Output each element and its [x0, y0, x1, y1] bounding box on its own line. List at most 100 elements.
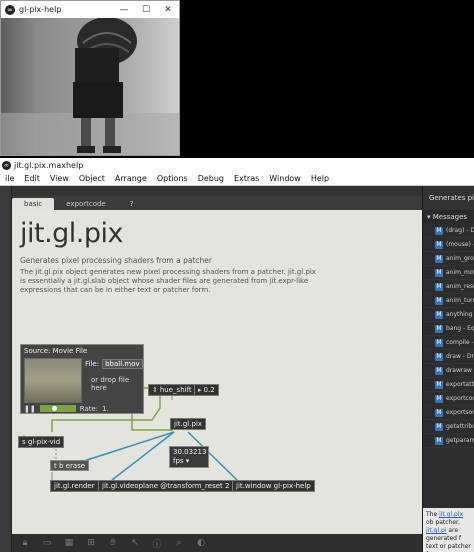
drop-file-label[interactable]: or drop file here [91, 376, 143, 392]
desc-link-2[interactable]: jit.gl.pi [426, 527, 446, 534]
menu-view[interactable]: View [45, 174, 74, 183]
message-label: (mouse) - C [446, 241, 474, 248]
jit-window-object[interactable]: jit.window gl-pix-help [232, 480, 315, 492]
fps-label: fps [173, 457, 184, 465]
sidebar-message-item[interactable]: Mgetattribute [423, 420, 474, 434]
file-label: File: [85, 360, 100, 368]
pointer-icon[interactable]: ↖ [130, 538, 140, 548]
sidebar-message-item[interactable]: Mbang - Equi [423, 322, 474, 336]
grid-icon[interactable]: ▦ [64, 538, 74, 548]
t-b-erase-object[interactable]: t b erase [50, 460, 90, 471]
file-dropdown[interactable]: bball.mov [102, 359, 143, 369]
maximize-button[interactable]: ☐ [135, 5, 157, 15]
sidebar-message-item[interactable]: M(drag) - Dra [423, 224, 474, 238]
hand-icon[interactable]: ✋︎ [108, 538, 118, 548]
source-label[interactable]: Source: Movie File [24, 347, 87, 355]
tab-basic[interactable]: basic [12, 198, 55, 210]
slider-knob[interactable] [51, 406, 57, 411]
message-icon: M [435, 296, 443, 305]
jit-gl-pix-object[interactable]: jit.gl.pix [170, 418, 207, 430]
menu-help[interactable]: Help [306, 174, 334, 183]
video-output [1, 17, 179, 155]
close-button[interactable]: ✕ [157, 5, 179, 15]
menu-arrange[interactable]: Arrange [110, 174, 152, 183]
patcher-toolbar [12, 186, 422, 196]
patcher-canvas[interactable]: jit.gl.pix Generates pixel processing sh… [12, 210, 422, 534]
sidebar-message-item[interactable]: M(mouse) - C [423, 238, 474, 252]
position-slider[interactable] [39, 405, 76, 412]
menu-object[interactable]: Object [74, 174, 110, 183]
sidebar-message-item[interactable]: Mcompile - C [423, 336, 474, 350]
max-logo-icon: ∞ [2, 160, 11, 170]
sidebar-message-item[interactable]: Manim_move [423, 266, 474, 280]
jit-gl-videoplane-object[interactable]: jit.gl.videoplane @transform_reset 2 [98, 480, 234, 492]
menu-extras[interactable]: Extras [229, 174, 264, 183]
tab-help[interactable]: ? [118, 198, 146, 210]
message-label: anim_grow [446, 255, 474, 262]
menu-window[interactable]: Window [264, 174, 306, 183]
messages-label: Messages [432, 213, 468, 221]
messages-section[interactable]: ▾ Messages [423, 210, 474, 224]
message-label: anim_turn [446, 297, 474, 304]
fps-display: 30.03213 fps ▾ [169, 446, 209, 468]
message-icon: M [435, 268, 443, 277]
inspector-icon[interactable]: ⓘ [152, 538, 162, 550]
sidebar-message-item[interactable]: Mgetparamde [423, 434, 474, 448]
reference-sidebar: Generates pixel ▾ Messages M(drag) - Dra… [422, 186, 474, 552]
menu-options[interactable]: Options [152, 174, 193, 183]
patcher-titlebar[interactable]: ∞ jit.gl.pix.maxhelp [0, 158, 474, 172]
menu-bar: ile Edit View Object Arrange Options Deb… [0, 172, 474, 186]
rate-label: Rate: [79, 404, 99, 413]
presentation-icon[interactable]: ▭ [42, 538, 52, 548]
message-icon: M [435, 366, 443, 375]
number-arrow-icon: ▸ [198, 386, 202, 394]
render-window-titlebar[interactable]: ∞ gl-pix-help — ☐ ✕ [1, 1, 179, 18]
message-label: draw - Draw [446, 353, 474, 360]
hue-shift-object[interactable]: ⇕ hue_shift [148, 384, 196, 396]
jit-gl-render-object[interactable]: jit.gl.render [50, 480, 99, 492]
menu-edit[interactable]: Edit [19, 174, 45, 183]
desc-text-b: ob patcher. [426, 519, 460, 526]
sidebar-message-item[interactable]: Manything [423, 308, 474, 322]
desc-text-a: The [426, 511, 440, 518]
sidebar-message-item[interactable]: Mdrawraw - [423, 364, 474, 378]
fps-value: 30.03213 [173, 448, 207, 456]
patcher-window: ∞ jit.gl.pix.maxhelp ile Edit View Objec… [0, 158, 474, 552]
message-icon: M [435, 240, 443, 249]
rate-value[interactable]: 1. [102, 405, 109, 413]
help-tabs: basic exportcode ? [12, 196, 422, 210]
fps-menu[interactable]: fps ▾ [173, 457, 205, 466]
message-icon: M [435, 408, 443, 417]
basketball-player-image [1, 17, 179, 155]
sidebar-message-item[interactable]: Manim_reset [423, 280, 474, 294]
send-vid-object[interactable]: s gl-pix-vid [18, 436, 65, 448]
sidebar-message-item[interactable]: Mexportcode [423, 392, 474, 406]
menu-debug[interactable]: Debug [193, 174, 229, 183]
sidebar-description: The jit.gl.pix ob patcher. jit.gl.pi are… [423, 508, 474, 552]
zoom-icon[interactable]: ⌕ [174, 538, 184, 548]
message-icon: M [435, 310, 443, 319]
sidebar-message-item[interactable]: Mdraw - Draw [423, 350, 474, 364]
movie-player[interactable]: Source: Movie File File: bball.mov or dr… [20, 344, 144, 414]
message-icon: M [435, 352, 443, 361]
sidebar-message-item[interactable]: Manim_turn [423, 294, 474, 308]
sidebar-message-item[interactable]: Mexportsome [423, 406, 474, 420]
menu-file[interactable]: ile [0, 174, 19, 183]
hue-shift-number[interactable]: ▸ 0.2 [194, 384, 219, 396]
patcher-title: jit.gl.pix.maxhelp [14, 160, 84, 170]
message-label: anything [446, 311, 473, 318]
message-label: exportattrib [446, 381, 474, 388]
dial-icon: ⇕ [152, 386, 158, 394]
minimize-button[interactable]: — [113, 5, 135, 15]
sidebar-message-item[interactable]: Manim_grow [423, 252, 474, 266]
sidebar-message-item[interactable]: Mexportattrib [423, 378, 474, 392]
new-object-icon[interactable]: ⊞ [86, 538, 96, 548]
palette-icon[interactable]: ◐ [196, 538, 206, 548]
desc-link-1[interactable]: jit.gl.pix [439, 511, 463, 518]
lock-icon[interactable]: 🔒︎ [20, 538, 30, 548]
message-icon: M [435, 338, 443, 347]
tab-exportcode[interactable]: exportcode [54, 198, 118, 210]
message-label: exportcode [446, 395, 474, 402]
pause-icon[interactable]: ❚❚ [24, 405, 36, 413]
file-selector[interactable]: File: bball.mov [85, 359, 143, 369]
